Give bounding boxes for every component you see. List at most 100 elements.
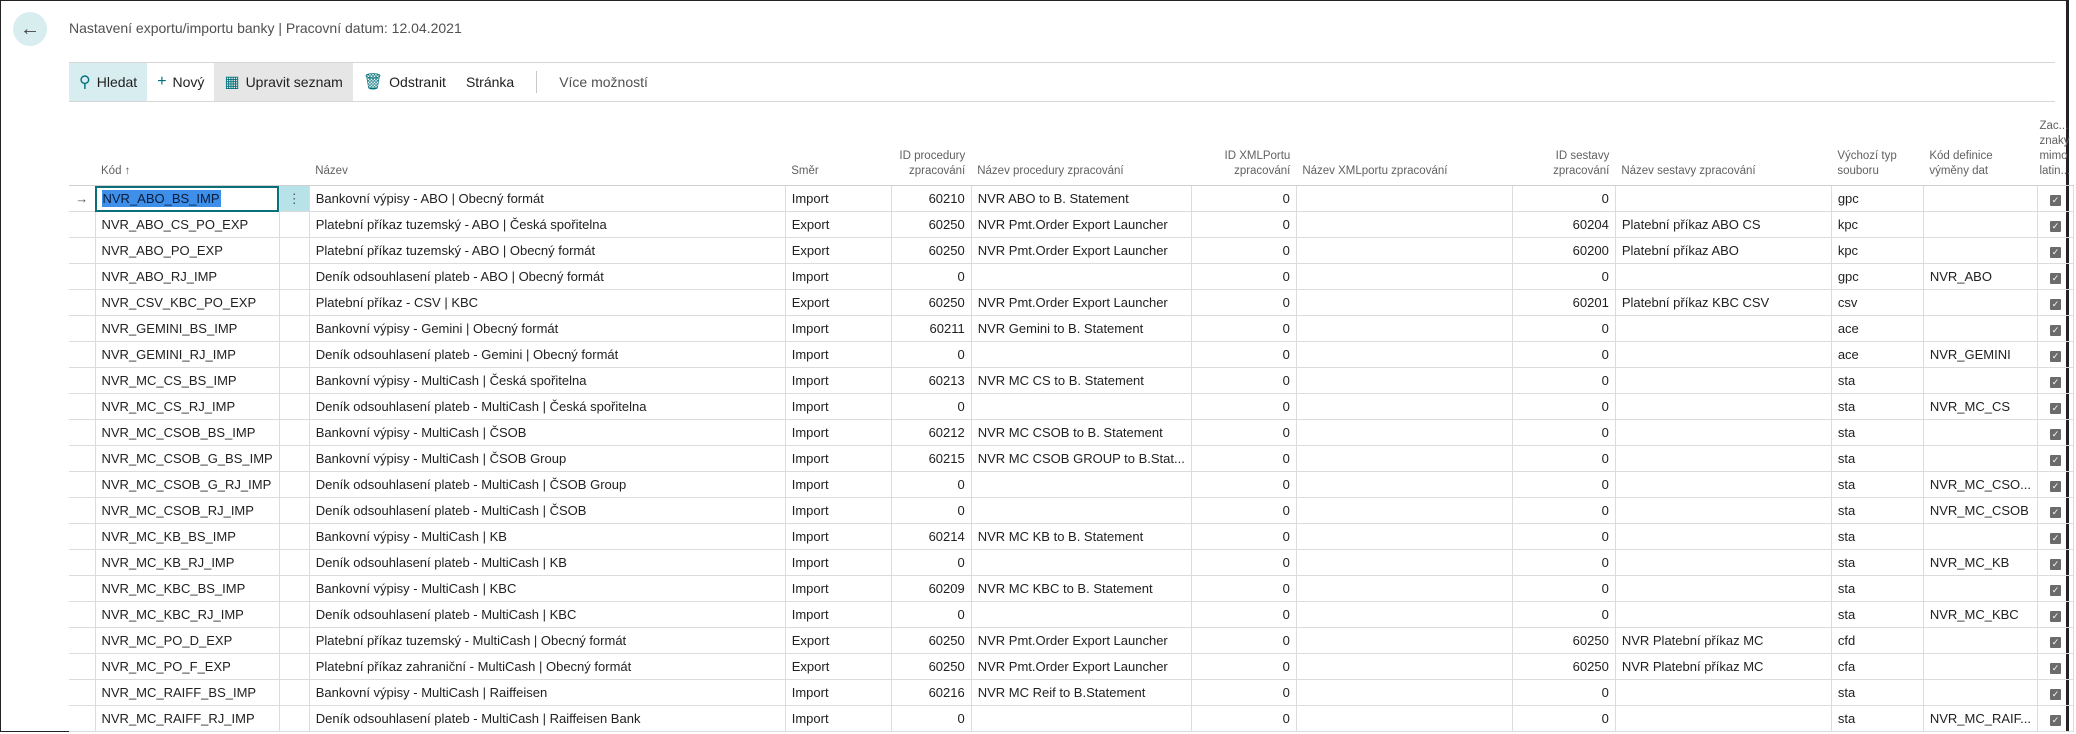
row-indicator[interactable] — [69, 601, 96, 628]
row-indicator[interactable] — [69, 471, 96, 498]
checkbox-checked-icon[interactable]: ✓ — [2049, 299, 2061, 310]
cell-xml-id[interactable]: 0 — [1190, 237, 1297, 264]
cell-report-name[interactable] — [1614, 497, 1832, 524]
cell-exchange-def[interactable] — [1922, 419, 2038, 446]
cell-exchange-def[interactable]: NVR_GEMINI — [1922, 341, 2038, 368]
cell-xml-name[interactable] — [1295, 211, 1513, 238]
cell-name[interactable]: Platební příkaz - CSV | KBC — [308, 289, 786, 316]
cell-proc-name[interactable]: NVR Pmt.Order Export Launcher — [970, 237, 1192, 264]
cell-xml-name[interactable] — [1295, 315, 1513, 342]
checkbox-checked-icon[interactable]: ✓ — [2049, 351, 2061, 362]
row-indicator[interactable] — [69, 575, 96, 602]
cell-proc-name[interactable]: NVR Pmt.Order Export Launcher — [970, 627, 1192, 654]
cell-code[interactable]: NVR_GEMINI_BS_IMP — [94, 315, 280, 342]
cell-file-type[interactable]: gpc — [1830, 263, 1924, 290]
col-direction[interactable]: Směr — [785, 112, 892, 186]
cell-xml-name[interactable] — [1295, 523, 1513, 550]
cell-nonlatin[interactable]: ✓ — [2036, 393, 2074, 420]
row-indicator[interactable] — [69, 549, 96, 576]
cell-report-name[interactable] — [1614, 185, 1832, 212]
cell-xml-name[interactable] — [1295, 679, 1513, 706]
cell-proc-id[interactable]: 60250 — [890, 237, 972, 264]
cell-report-name[interactable] — [1614, 445, 1832, 472]
cell-proc-name[interactable] — [970, 471, 1192, 498]
cell-exchange-def[interactable] — [1922, 315, 2038, 342]
cell-report-name[interactable] — [1614, 549, 1832, 576]
cell-report-name[interactable] — [1614, 705, 1832, 732]
cell-file-type[interactable]: sta — [1830, 601, 1924, 628]
cell-code[interactable]: NVR_MC_CS_RJ_IMP — [94, 393, 280, 420]
cell-proc-id[interactable]: 60209 — [890, 575, 972, 602]
cell-xml-id[interactable]: 0 — [1190, 367, 1297, 394]
cell-report-id[interactable]: 0 — [1511, 263, 1616, 290]
row-actions-button[interactable] — [278, 523, 310, 550]
cell-exchange-def[interactable] — [1922, 211, 2038, 238]
cell-file-type[interactable]: cfa — [1830, 653, 1924, 680]
row-indicator[interactable] — [69, 705, 96, 732]
table-row[interactable]: NVR_MC_KB_RJ_IMP Deník odsouhlasení plate… — [69, 549, 2074, 576]
col-proc-name[interactable]: Název procedury zpracování — [971, 112, 1192, 186]
cell-report-name[interactable] — [1614, 601, 1832, 628]
cell-exchange-def[interactable] — [1922, 367, 2038, 394]
cell-nonlatin[interactable]: ✓ — [2036, 419, 2074, 446]
cell-code[interactable]: NVR_MC_KBC_RJ_IMP — [94, 601, 280, 628]
row-indicator[interactable] — [69, 341, 96, 368]
cell-xml-name[interactable] — [1295, 263, 1513, 290]
cell-nonlatin[interactable]: ✓ — [2036, 575, 2074, 602]
checkbox-checked-icon[interactable]: ✓ — [2049, 559, 2061, 570]
cell-report-id[interactable]: 60200 — [1511, 237, 1616, 264]
cell-report-id[interactable]: 0 — [1511, 367, 1616, 394]
cell-name[interactable]: Deník odsouhlasení plateb - ABO | Obecný… — [308, 263, 786, 290]
cell-name[interactable]: Bankovní výpisy - MultiCash | Raiffeisen — [308, 679, 786, 706]
row-indicator[interactable] — [69, 523, 96, 550]
cell-report-name[interactable] — [1614, 367, 1832, 394]
cell-report-id[interactable]: 0 — [1511, 497, 1616, 524]
cell-name[interactable]: Platební příkaz tuzemský - ABO | Česká s… — [308, 211, 786, 238]
cell-direction[interactable]: Export — [784, 653, 892, 680]
cell-file-type[interactable]: gpc — [1830, 185, 1924, 212]
cell-xml-name[interactable] — [1295, 237, 1513, 264]
row-indicator[interactable] — [69, 445, 96, 472]
cell-report-name[interactable]: Platební příkaz ABO CS — [1614, 211, 1832, 238]
cell-file-type[interactable]: sta — [1830, 549, 1924, 576]
cell-xml-name[interactable] — [1295, 497, 1513, 524]
row-actions-button[interactable] — [278, 393, 310, 420]
cell-name[interactable]: Deník odsouhlasení plateb - MultiCash | … — [308, 549, 786, 576]
checkbox-checked-icon[interactable]: ✓ — [2049, 403, 2061, 414]
col-xml-name[interactable]: Název XMLportu zpracování — [1296, 112, 1513, 186]
row-actions-button[interactable] — [278, 679, 310, 706]
cell-name[interactable]: Deník odsouhlasení plateb - Gemini | Obe… — [308, 341, 786, 368]
cell-exchange-def[interactable]: NVR_MC_KB — [1922, 549, 2038, 576]
cell-proc-id[interactable]: 60210 — [890, 185, 972, 212]
cell-xml-id[interactable]: 0 — [1190, 393, 1297, 420]
cell-xml-id[interactable]: 0 — [1190, 289, 1297, 316]
cell-report-name[interactable]: Platební příkaz ABO — [1614, 237, 1832, 264]
cell-report-name[interactable]: NVR Platební příkaz MC — [1614, 627, 1832, 654]
cell-report-id[interactable]: 60201 — [1511, 289, 1616, 316]
cell-exchange-def[interactable]: NVR_ABO — [1922, 263, 2038, 290]
cell-proc-name[interactable]: NVR MC Reif to B.Statement — [970, 679, 1192, 706]
cell-xml-name[interactable] — [1295, 341, 1513, 368]
row-actions-button[interactable] — [278, 705, 310, 732]
row-actions-button[interactable] — [278, 653, 310, 680]
col-nonlatin[interactable]: Zac... znaky mimo latin... — [2037, 112, 2074, 186]
cell-xml-id[interactable]: 0 — [1190, 211, 1297, 238]
cell-report-id[interactable]: 60204 — [1511, 211, 1616, 238]
cell-nonlatin[interactable]: ✓ — [2036, 601, 2074, 628]
table-row[interactable]: NVR_CSV_KBC_PO_EXP Platební příkaz - CSV … — [69, 289, 2074, 316]
cell-name[interactable]: Bankovní výpisy - MultiCash | ČSOB Group — [308, 445, 786, 472]
cell-code[interactable]: NVR_GEMINI_RJ_IMP — [94, 341, 280, 368]
table-row[interactable]: NVR_MC_CSOB_RJ_IMP Deník odsouhlasení pla… — [69, 497, 2074, 524]
cell-proc-name[interactable]: NVR Pmt.Order Export Launcher — [970, 289, 1192, 316]
cell-proc-id[interactable]: 0 — [890, 497, 972, 524]
cell-nonlatin[interactable]: ✓ — [2036, 237, 2074, 264]
cell-report-name[interactable] — [1614, 393, 1832, 420]
cell-code[interactable]: NVR_MC_CS_BS_IMP — [94, 367, 280, 394]
cell-code[interactable]: NVR_ABO_CS_PO_EXP — [94, 211, 280, 238]
cell-nonlatin[interactable]: ✓ — [2036, 471, 2074, 498]
cell-report-id[interactable]: 0 — [1511, 185, 1616, 212]
cell-name[interactable]: Platební příkaz tuzemský - ABO | Obecný … — [308, 237, 786, 264]
cell-xml-name[interactable] — [1295, 549, 1513, 576]
cell-proc-id[interactable]: 0 — [890, 549, 972, 576]
cell-proc-id[interactable]: 60211 — [890, 315, 972, 342]
